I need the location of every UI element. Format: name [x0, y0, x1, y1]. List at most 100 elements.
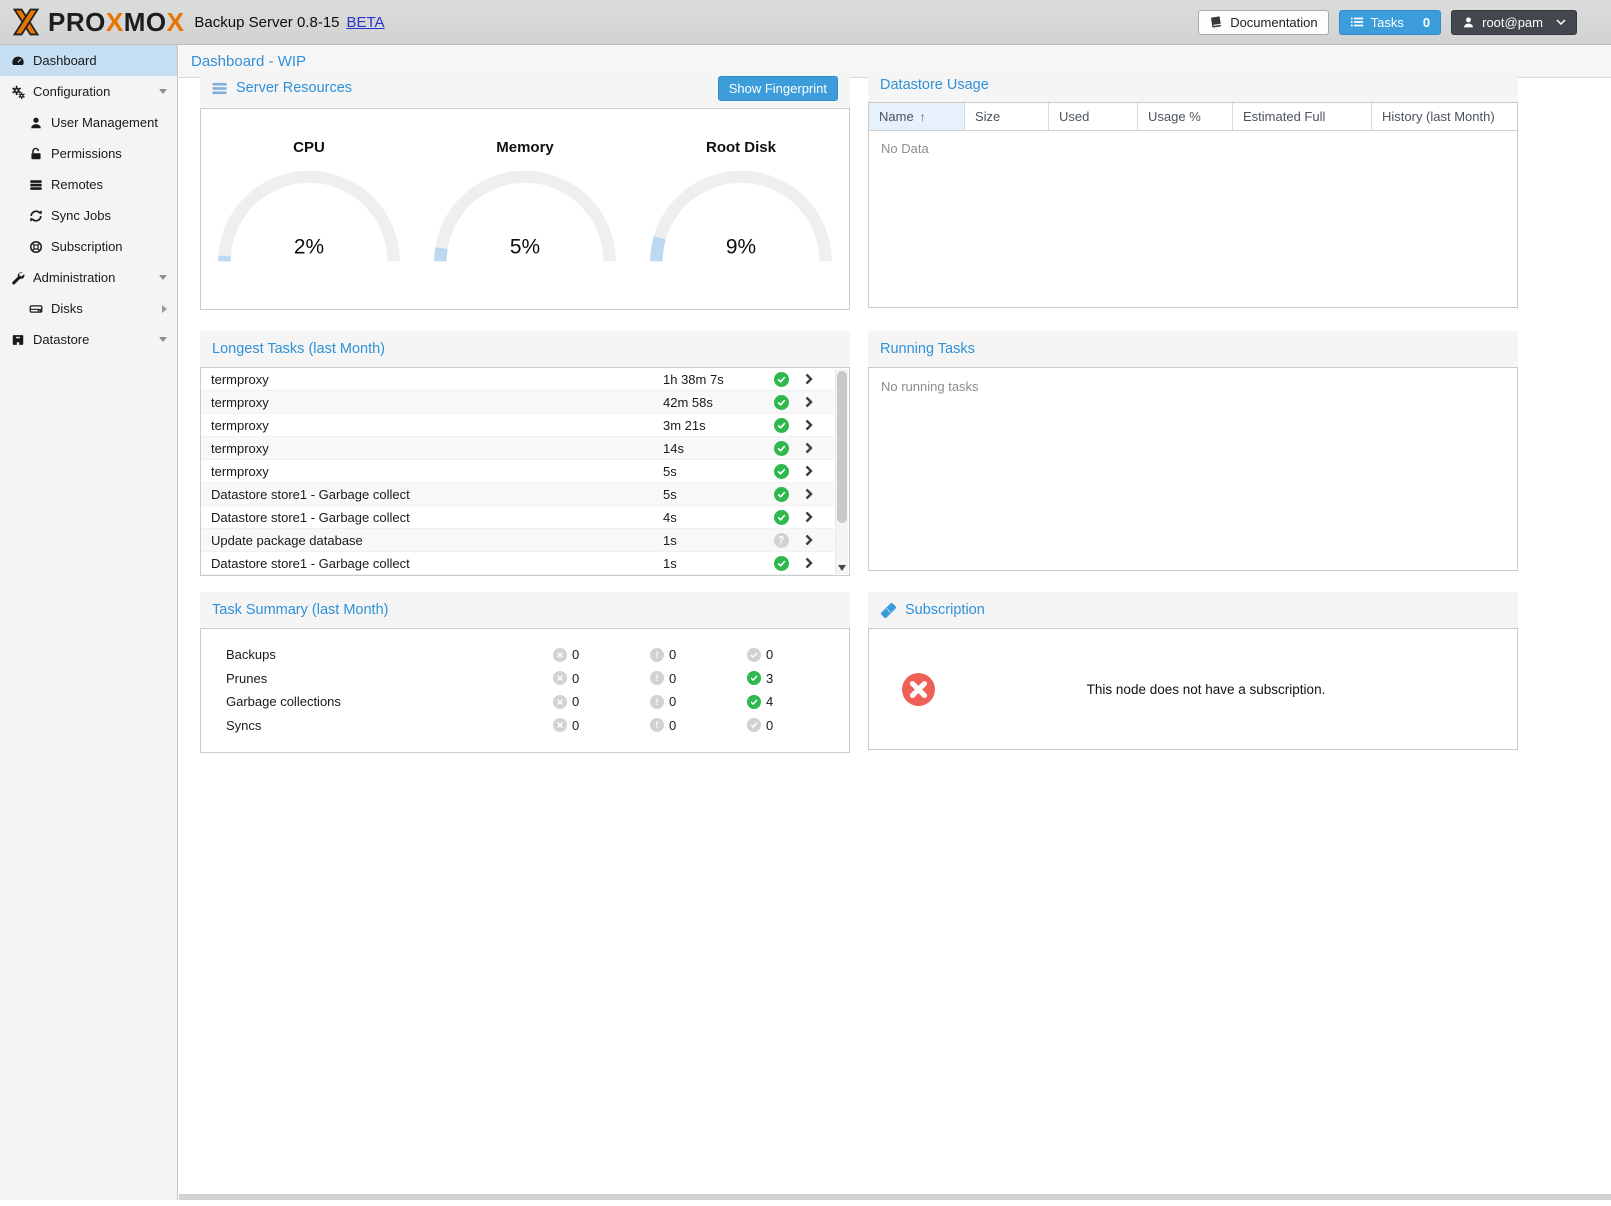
server-list-icon: [28, 177, 43, 192]
column-header-used[interactable]: Used: [1049, 103, 1138, 130]
subscription-panel: Subscription This node does not have a s…: [868, 592, 1518, 750]
sidebar-item-dashboard[interactable]: Dashboard: [0, 45, 177, 76]
ok-count: 0: [766, 647, 773, 662]
task-name: Update package database: [201, 533, 663, 548]
warning-status-icon: [650, 648, 664, 662]
column-header-history[interactable]: History (last Month): [1372, 103, 1517, 130]
task-name: termproxy: [201, 372, 663, 387]
summary-category: Backups: [201, 647, 553, 662]
resource-gauge: Root Disk 9%: [633, 139, 849, 309]
user-icon: [28, 115, 43, 130]
error-status-icon: [553, 648, 567, 662]
empty-state-text: No Data: [869, 131, 1517, 166]
unlock-icon: [28, 146, 43, 161]
sidebar-item-sync-jobs[interactable]: Sync Jobs: [0, 200, 177, 231]
task-row[interactable]: termproxy 1h 38m 7s: [201, 368, 834, 391]
open-task-chevron-icon[interactable]: [797, 465, 834, 477]
subscription-header: Subscription: [868, 592, 1518, 628]
task-status-icon: [774, 418, 789, 433]
dashboard-icon: [10, 53, 25, 68]
task-row[interactable]: termproxy 5s: [201, 460, 834, 483]
scrollbar-thumb[interactable]: [837, 371, 847, 523]
page-title: Dashboard - WIP: [191, 53, 306, 70]
task-row[interactable]: Datastore store1 - Garbage collect 4s: [201, 506, 834, 529]
sidebar-item-user-management[interactable]: User Management: [0, 107, 177, 138]
collapse-arrow-icon[interactable]: [159, 337, 167, 342]
resource-gauges: CPU 2% Memory 5%: [201, 109, 849, 309]
column-header-size[interactable]: Size: [965, 103, 1049, 130]
sidebar-item-remotes[interactable]: Remotes: [0, 169, 177, 200]
gauge-arc: 2%: [214, 170, 404, 269]
column-header-name[interactable]: Name↑: [869, 103, 965, 130]
proxmox-logo: PROXMOX: [8, 6, 184, 38]
collapse-arrow-icon[interactable]: [159, 89, 167, 94]
sidebar-item-datastore[interactable]: Datastore: [0, 324, 177, 355]
brand-wordmark: PROXMOX: [48, 7, 184, 38]
task-row[interactable]: Datastore store1 - Garbage collect 5s: [201, 483, 834, 506]
expand-arrow-icon[interactable]: [162, 305, 167, 313]
warning-count: 0: [669, 647, 676, 662]
server-resources-panel: Server Resources Show Fingerprint CPU 2%: [200, 68, 850, 310]
empty-state-text: No running tasks: [869, 368, 1517, 405]
sort-asc-icon: ↑: [920, 110, 926, 124]
task-status-icon: [774, 556, 789, 571]
ok-status-icon: [747, 695, 761, 709]
open-task-chevron-icon[interactable]: [797, 488, 834, 500]
task-status-icon: [774, 533, 789, 548]
task-name: termproxy: [201, 441, 663, 456]
scrollbar[interactable]: [835, 369, 848, 574]
warning-count: 0: [669, 718, 676, 733]
open-task-chevron-icon[interactable]: [797, 373, 834, 385]
sidebar-nav: Dashboard Configuration User Management …: [0, 45, 178, 1200]
task-row[interactable]: termproxy 3m 21s: [201, 414, 834, 437]
sidebar-item-disks[interactable]: Disks: [0, 293, 177, 324]
sidebar-item-subscription[interactable]: Subscription: [0, 231, 177, 262]
gears-icon: [10, 84, 25, 99]
gauge-value: 5%: [510, 236, 540, 259]
open-task-chevron-icon[interactable]: [797, 557, 834, 569]
ok-status-icon: [747, 671, 761, 685]
task-status-icon: [774, 510, 789, 525]
warning-status-icon: [650, 718, 664, 732]
summary-category: Prunes: [201, 671, 553, 686]
gauge-label: CPU: [201, 139, 417, 156]
column-header-estimated-full[interactable]: Estimated Full: [1233, 103, 1372, 130]
scroll-down-arrow-icon[interactable]: [838, 565, 846, 571]
proxmox-x-icon: [8, 6, 44, 38]
task-row[interactable]: termproxy 14s: [201, 437, 834, 460]
beta-link[interactable]: BETA: [347, 14, 385, 31]
open-task-chevron-icon[interactable]: [797, 511, 834, 523]
tasks-button[interactable]: Tasks 0: [1339, 10, 1441, 35]
sidebar-item-permissions[interactable]: Permissions: [0, 138, 177, 169]
documentation-button[interactable]: Documentation: [1198, 10, 1328, 35]
task-summary-panel: Task Summary (last Month) Backups 0 0: [200, 592, 850, 753]
open-task-chevron-icon[interactable]: [797, 396, 834, 408]
sidebar-item-administration[interactable]: Administration: [0, 262, 177, 293]
task-list-icon: [1350, 15, 1364, 29]
open-task-chevron-icon[interactable]: [797, 442, 834, 454]
datastore-table-header: Name↑ Size Used Usage % Estimated Full H…: [869, 103, 1517, 131]
ok-status-icon: [747, 718, 761, 732]
column-header-usage-pct[interactable]: Usage %: [1138, 103, 1233, 130]
task-name: termproxy: [201, 418, 663, 433]
sidebar-item-configuration[interactable]: Configuration: [0, 76, 177, 107]
error-count: 0: [572, 694, 579, 709]
gauge-arc: 5%: [430, 170, 620, 269]
open-task-chevron-icon[interactable]: [797, 419, 834, 431]
open-task-chevron-icon[interactable]: [797, 534, 834, 546]
main-content: Dashboard - WIP Server Resources Show Fi…: [179, 45, 1611, 1200]
user-menu-button[interactable]: root@pam: [1451, 10, 1577, 35]
task-summary-body: Backups 0 0 0 Prunes: [200, 628, 850, 753]
top-bar: PROXMOX Backup Server 0.8-15 BETA Docume…: [0, 0, 1611, 45]
server-resources-header: Server Resources Show Fingerprint: [200, 68, 850, 108]
user-icon: [1462, 16, 1475, 29]
show-fingerprint-button[interactable]: Show Fingerprint: [718, 76, 838, 101]
task-row[interactable]: Update package database 1s: [201, 529, 834, 552]
error-count: 0: [572, 647, 579, 662]
sync-refresh-icon: [28, 208, 43, 223]
task-row[interactable]: Datastore store1 - Garbage collect 1s: [201, 552, 834, 575]
datastore-usage-panel: Datastore Usage Name↑ Size Used Usage % …: [868, 68, 1518, 308]
task-row[interactable]: termproxy 42m 58s: [201, 391, 834, 414]
collapse-arrow-icon[interactable]: [159, 275, 167, 280]
gauge-label: Root Disk: [633, 139, 849, 156]
